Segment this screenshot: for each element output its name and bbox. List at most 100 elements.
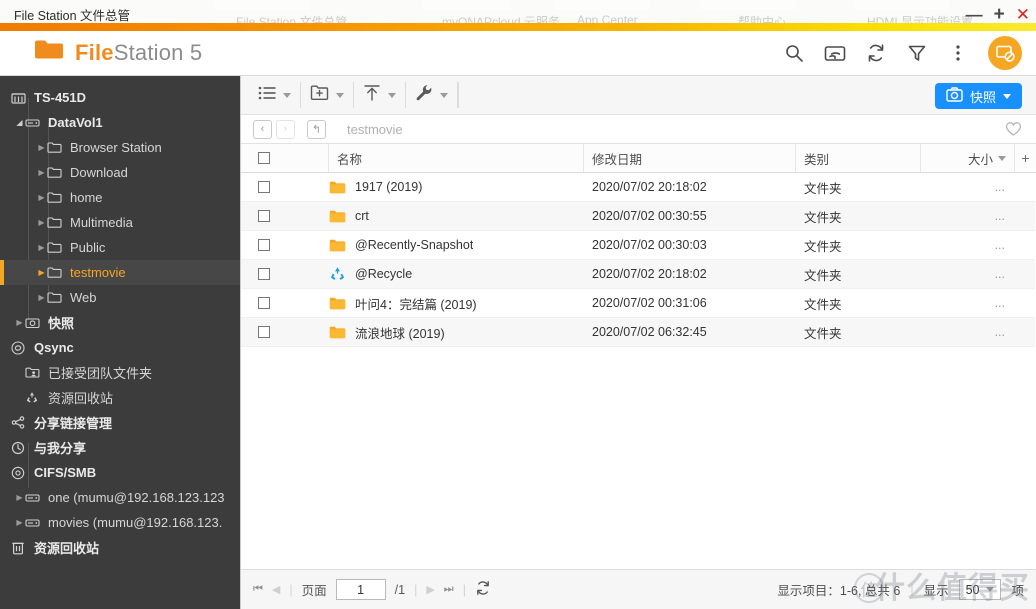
up-button[interactable]: ↰ (307, 120, 326, 139)
file-name-cell[interactable]: 1917 (2019) (329, 173, 584, 202)
row-select-cell[interactable] (241, 173, 329, 202)
table-row[interactable]: 流浪地球 (2019)2020/07/02 06:32:45文件夹... (241, 318, 1036, 347)
sidebar-item-testmovie[interactable]: ▶testmovie (0, 260, 240, 285)
page-size-select[interactable]: 50 (959, 579, 1002, 600)
row-select-cell[interactable] (241, 289, 329, 318)
sidebar-item-public[interactable]: ▶Public (0, 235, 240, 260)
folder-icon (329, 209, 346, 224)
file-type-cell: 文件夹 (796, 289, 921, 318)
table-row[interactable]: 叶问4：完结篇 (2019)2020/07/02 00:31:06文件夹... (241, 289, 1036, 318)
background-tab (423, 0, 511, 10)
sidebar-item-[interactable]: 资源回收站 (0, 385, 240, 410)
list-view-icon (258, 86, 276, 105)
snapshot-button[interactable]: 快照 (935, 83, 1022, 109)
chevron-right-icon: ▶ (36, 194, 47, 202)
new-tab-button[interactable]: + (994, 5, 1005, 24)
sidebar-item-qsync[interactable]: Qsync (0, 335, 240, 360)
remote-screen-icon[interactable] (988, 36, 1022, 70)
row-checkbox[interactable] (258, 297, 270, 309)
sidebar-item-download[interactable]: ▶Download (0, 160, 240, 185)
table-row[interactable]: crt2020/07/02 00:30:55文件夹... (241, 202, 1036, 231)
file-name-cell[interactable]: 叶问4：完结篇 (2019) (329, 289, 584, 318)
sidebar-item-[interactable]: 分享链接管理 (0, 410, 240, 435)
sidebar-item-web[interactable]: ▶Web (0, 285, 240, 310)
file-name-cell[interactable]: @Recently-Snapshot (329, 231, 584, 260)
row-checkbox[interactable] (258, 268, 270, 280)
row-checkbox[interactable] (258, 181, 270, 193)
team-folder-icon (25, 366, 44, 379)
row-checkbox[interactable] (258, 239, 270, 251)
sidebar-item-ts-451d[interactable]: TS-451D (0, 85, 240, 110)
next-page-button[interactable]: ▶ (426, 583, 434, 596)
file-name-cell[interactable]: crt (329, 202, 584, 231)
chevron-down-icon (1003, 94, 1011, 99)
sidebar-item-browser-station[interactable]: ▶Browser Station (0, 135, 240, 160)
first-page-button[interactable]: ⏮ (253, 583, 263, 596)
breadcrumb[interactable]: testmovie (347, 122, 403, 137)
row-select-cell[interactable] (241, 231, 329, 260)
last-page-button[interactable]: ⏭ (444, 583, 454, 596)
more-vertical-icon[interactable] (947, 42, 969, 64)
row-select-cell[interactable] (241, 318, 329, 347)
minimize-button[interactable]: — (966, 6, 983, 23)
file-list[interactable]: 1917 (2019)2020/07/02 20:18:02文件夹...crt2… (241, 173, 1036, 347)
file-date-cell: 2020/07/02 20:18:02 (584, 260, 796, 289)
refresh-icon[interactable] (475, 580, 491, 599)
row-select-cell[interactable] (241, 260, 329, 289)
refresh-icon[interactable] (865, 42, 887, 64)
volume-icon (25, 516, 44, 529)
prev-page-button[interactable]: ◀ (272, 583, 280, 596)
back-button[interactable]: ‹ (253, 120, 272, 139)
filter-icon[interactable] (906, 42, 928, 64)
upload-button[interactable] (354, 82, 406, 108)
chevron-down-icon (336, 93, 344, 98)
table-row[interactable]: 1917 (2019)2020/07/02 20:18:02文件夹... (241, 173, 1036, 202)
row-checkbox[interactable] (258, 326, 270, 338)
page-total: /1 (395, 583, 405, 597)
select-all-header[interactable] (241, 144, 329, 173)
sidebar-item-one-mumu-192-168-123-123[interactable]: ▶one (mumu@192.168.123.123 (0, 485, 240, 510)
table-row[interactable]: @Recycle2020/07/02 20:18:02文件夹... (241, 260, 1036, 289)
volume-icon (25, 491, 44, 504)
file-type-cell: 文件夹 (796, 260, 921, 289)
select-all-checkbox[interactable] (258, 152, 270, 164)
forward-button[interactable]: › (276, 120, 295, 139)
row-select-cell[interactable] (241, 202, 329, 231)
sidebar-item-home[interactable]: ▶home (0, 185, 240, 210)
sidebar-item-[interactable]: ▶快照 (0, 310, 240, 335)
add-column-button[interactable]: + (1015, 144, 1036, 173)
tools-button[interactable] (406, 82, 458, 108)
page-input[interactable] (336, 579, 386, 600)
sidebar-item-[interactable]: 资源回收站 (0, 535, 240, 560)
sidebar-item-multimedia[interactable]: ▶Multimedia (0, 210, 240, 235)
sidebar-item-[interactable]: 已接受团队文件夹 (0, 360, 240, 385)
sidebar-item-label: 资源回收站 (30, 538, 99, 557)
sidebar-item-[interactable]: 与我分享 (0, 435, 240, 460)
view-mode-button[interactable] (241, 82, 301, 108)
file-name-cell[interactable]: @Recycle (329, 260, 584, 289)
new-folder-icon (310, 84, 329, 106)
create-folder-button[interactable] (301, 82, 354, 108)
sidebar-item-datavol1[interactable]: ◢DataVol1 (0, 110, 240, 135)
sidebar[interactable]: TS-451D◢DataVol1▶Browser Station▶Downloa… (0, 76, 240, 609)
file-type-cell: 文件夹 (796, 231, 921, 260)
sidebar-item-movies-mumu-192-168-123[interactable]: ▶movies (mumu@192.168.123. (0, 510, 240, 535)
file-name-cell[interactable]: 流浪地球 (2019) (329, 318, 584, 347)
close-button[interactable]: ✕ (1016, 6, 1030, 23)
heart-icon[interactable] (1005, 121, 1022, 142)
sidebar-item-cifs-smb[interactable]: CIFS/SMB (0, 460, 240, 485)
search-icon[interactable] (783, 42, 805, 64)
column-header-date[interactable]: 修改日期 (584, 144, 796, 173)
column-header-size[interactable]: 大小 (921, 144, 1015, 173)
table-row[interactable]: @Recently-Snapshot2020/07/02 00:30:03文件夹… (241, 231, 1036, 260)
cast-icon[interactable] (824, 42, 846, 64)
folder-icon (329, 325, 346, 340)
chevron-right-icon: ▶ (36, 219, 47, 227)
sidebar-item-label: 快照 (44, 313, 74, 332)
column-header-name[interactable]: 名称 (329, 144, 584, 173)
row-checkbox[interactable] (258, 210, 270, 222)
sidebar-item-label: DataVol1 (44, 115, 103, 130)
file-date-cell: 2020/07/02 06:32:45 (584, 318, 796, 347)
column-header-type[interactable]: 类别 (796, 144, 921, 173)
shared-with-me-icon (11, 441, 30, 455)
